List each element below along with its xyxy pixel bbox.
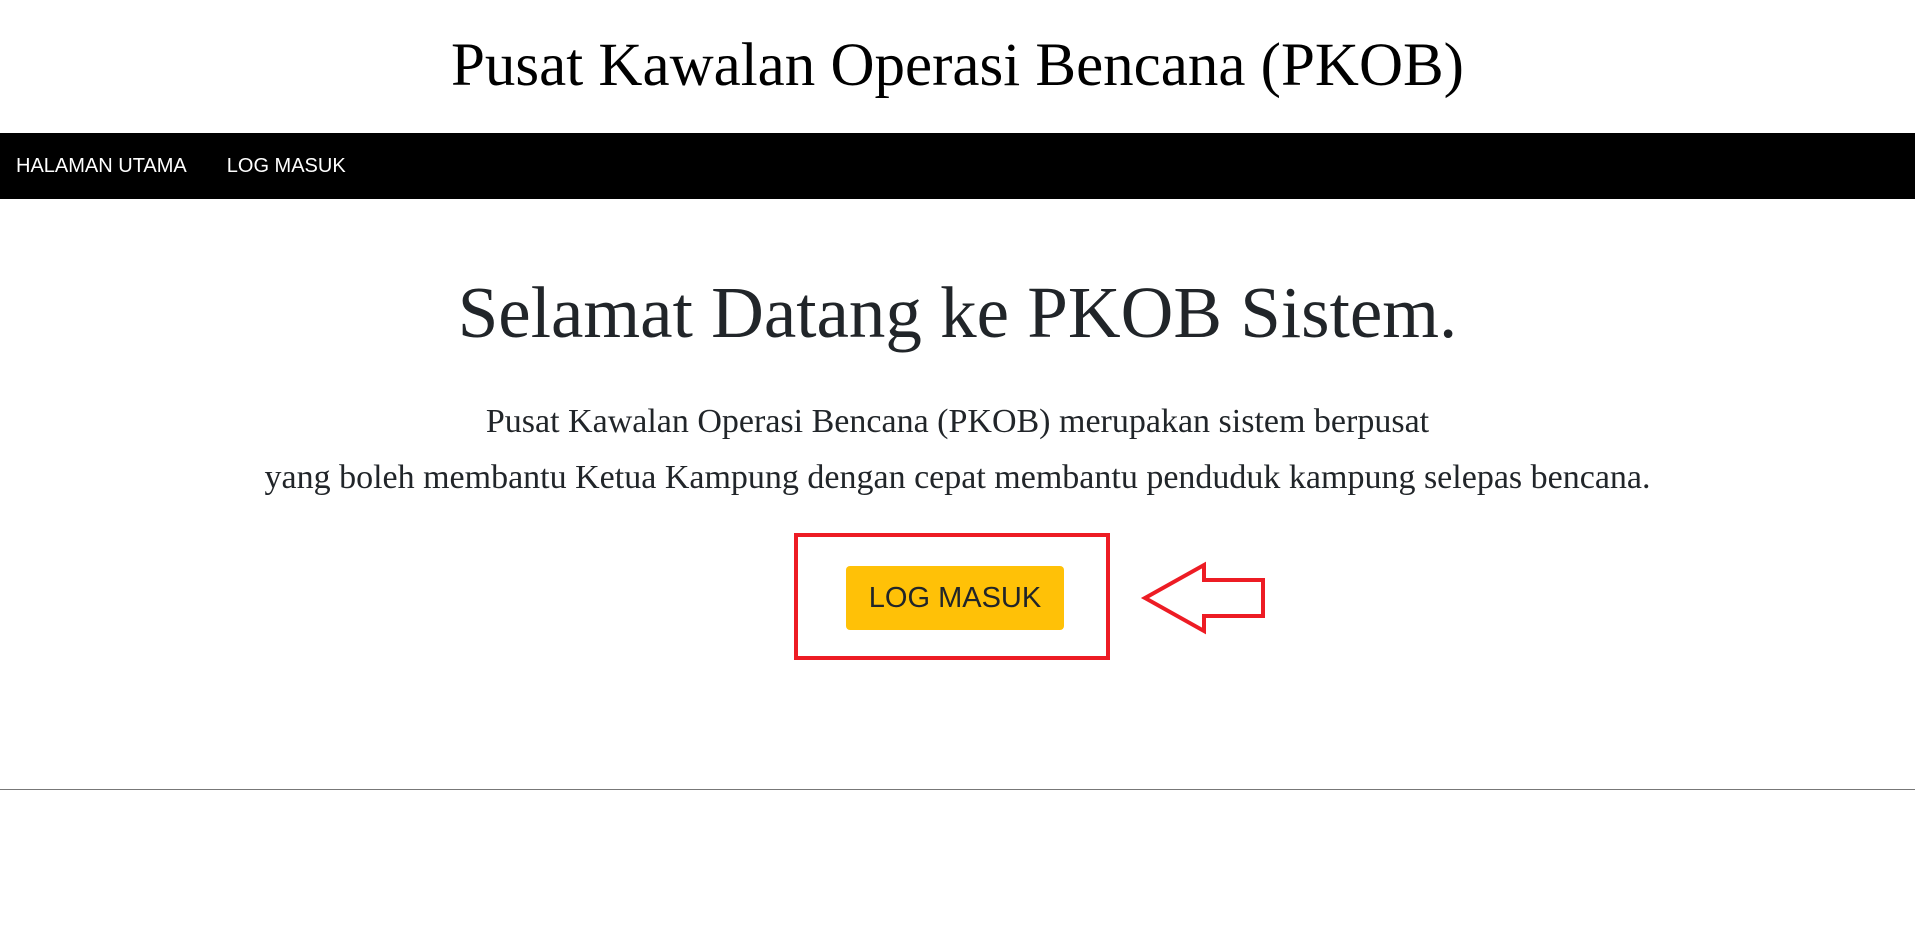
description: Pusat Kawalan Operasi Bencana (PKOB) mer… xyxy=(0,394,1915,506)
divider xyxy=(0,789,1915,790)
site-title: Pusat Kawalan Operasi Bencana (PKOB) xyxy=(451,32,1464,99)
description-line-1: Pusat Kawalan Operasi Bencana (PKOB) mer… xyxy=(485,403,1430,440)
annotation-arrow-icon xyxy=(1140,561,1265,635)
navbar: HALAMAN UTAMA LOG MASUK xyxy=(0,133,1915,199)
nav-login-link[interactable]: LOG MASUK xyxy=(227,155,346,178)
nav-home-link[interactable]: HALAMAN UTAMA xyxy=(16,155,187,178)
login-button[interactable]: LOG MASUK xyxy=(846,566,1064,630)
description-line-2: yang boleh membantu Ketua Kampung dengan… xyxy=(264,459,1651,496)
welcome-heading: Selamat Datang ke PKOB Sistem. xyxy=(457,272,1458,353)
